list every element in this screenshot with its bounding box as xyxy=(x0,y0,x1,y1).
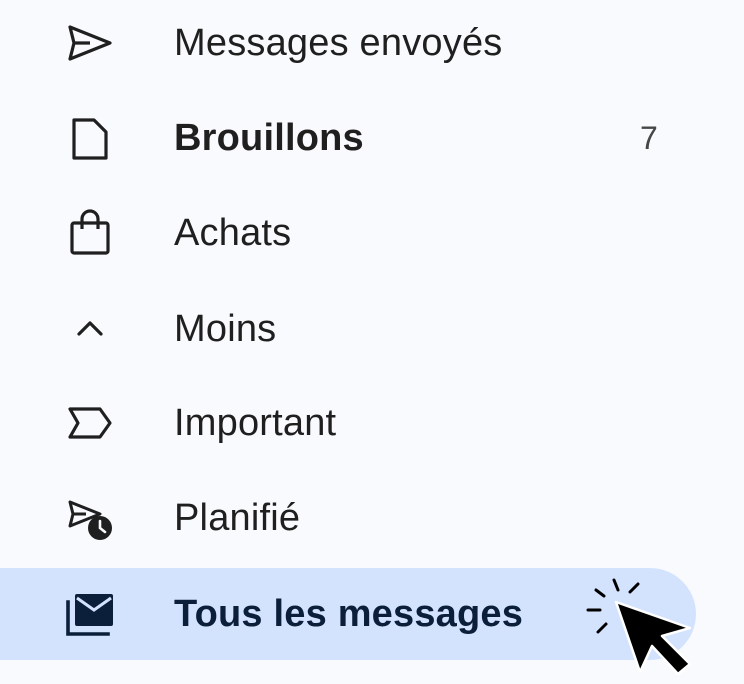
sidebar-item-label: Moins xyxy=(174,308,277,350)
sidebar-item-drafts[interactable]: Brouillons 7 xyxy=(0,92,700,184)
sidebar-item-label: Messages envoyés xyxy=(174,22,503,64)
shopping-bag-icon xyxy=(60,203,120,263)
sidebar-item-label: Important xyxy=(174,402,337,444)
sidebar-item-label: Planifié xyxy=(174,497,301,539)
draft-icon xyxy=(60,108,120,168)
all-mail-icon xyxy=(60,584,120,644)
scheduled-send-icon xyxy=(60,488,120,548)
sidebar-item-sent[interactable]: Messages envoyés xyxy=(0,0,700,89)
sidebar-item-label: Brouillons xyxy=(174,117,364,159)
sidebar-nav: Messages envoyés Brouillons 7 Achats Moi… xyxy=(0,0,744,684)
sidebar-item-purchases[interactable]: Achats xyxy=(0,187,700,279)
chevron-up-icon xyxy=(60,299,120,359)
send-icon xyxy=(60,13,120,73)
important-label-icon xyxy=(60,393,120,453)
unread-count-badge: 7 xyxy=(640,120,658,156)
sidebar-item-label: Tous les messages xyxy=(174,593,524,635)
sidebar-item-scheduled[interactable]: Planifié xyxy=(0,472,700,564)
sidebar-item-important[interactable]: Important xyxy=(0,377,700,469)
sidebar-item-less[interactable]: Moins xyxy=(0,283,700,375)
sidebar-item-label: Achats xyxy=(174,212,292,254)
sidebar-item-all-mail[interactable]: Tous les messages xyxy=(0,568,696,660)
